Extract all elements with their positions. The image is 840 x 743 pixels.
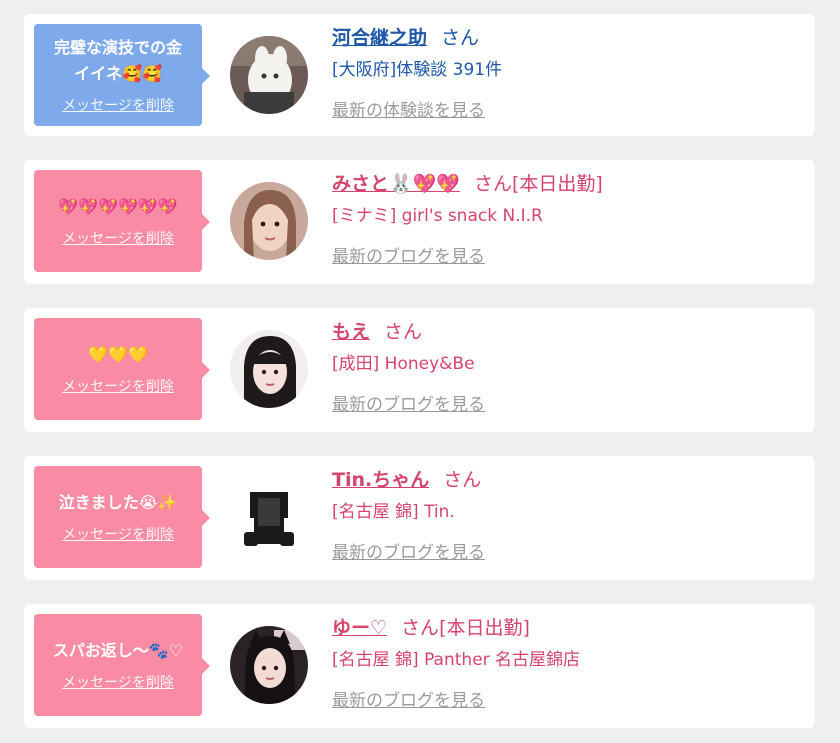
delete-message-link[interactable]: メッセージを削除 <box>62 95 174 115</box>
message-bubble: 泣きました😭✨ メッセージを削除 <box>34 466 210 568</box>
shop-label: [成田] Honey&Be <box>332 354 475 374</box>
latest-blog-link[interactable]: 最新のブログを見る <box>332 686 485 711</box>
shop-label: [大阪府]体験談 391件 <box>332 60 503 80</box>
shop-label: [名古屋 錦] Panther 名古屋錦店 <box>332 650 581 670</box>
shop-label: [ミナミ] girl's snack N.I.R <box>332 206 543 226</box>
honorific: さん <box>384 321 423 343</box>
status-text: [本日出勤] <box>439 617 530 639</box>
list-item: 泣きました😭✨ メッセージを削除 Tin.ちゃん さん [名古屋 錦] Tin. … <box>24 456 815 580</box>
honorific: さん <box>401 617 440 639</box>
message-text: スパお返し〜🐾♡ <box>52 641 184 660</box>
message-bubble: スパお返し〜🐾♡ メッセージを削除 <box>34 614 210 716</box>
list-item: スパお返し〜🐾♡ メッセージを削除 ゆー♡ さん[本日出勤] [名古屋 錦] Pa… <box>24 604 815 728</box>
message-text: イイネ🥰🥰 <box>74 64 162 83</box>
latest-blog-link[interactable]: 最新のブログを見る <box>332 390 485 415</box>
message-bubble: 💖💖💖💖💖💖 メッセージを削除 <box>34 170 210 272</box>
honorific: さん <box>441 27 480 49</box>
honorific: さん <box>473 173 512 195</box>
avatar[interactable] <box>230 36 308 114</box>
avatar[interactable] <box>230 478 308 556</box>
avatar[interactable] <box>230 182 308 260</box>
user-name-link[interactable]: もえ <box>332 321 370 343</box>
user-name-link[interactable]: みさと🐰💖💖 <box>332 173 460 195</box>
delete-message-link[interactable]: メッセージを削除 <box>62 524 174 544</box>
status-text: [本日出勤] <box>512 173 603 195</box>
shop-label: [名古屋 錦] Tin. <box>332 502 455 522</box>
avatar[interactable] <box>230 330 308 408</box>
message-text: 💛💛💛 <box>88 345 148 364</box>
message-text: 泣きました😭✨ <box>58 493 178 512</box>
user-name-link[interactable]: ゆー♡ <box>332 617 387 639</box>
latest-blog-link[interactable]: 最新のブログを見る <box>332 538 485 563</box>
message-bubble: 💛💛💛 メッセージを削除 <box>34 318 210 420</box>
delete-message-link[interactable]: メッセージを削除 <box>62 672 174 692</box>
message-bubble: 完璧な演技での金 イイネ🥰🥰 メッセージを削除 <box>34 24 210 126</box>
list-item: 💛💛💛 メッセージを削除 もえ さん [成田] Honey&Be 最新のブログを見… <box>24 308 815 432</box>
delete-message-link[interactable]: メッセージを削除 <box>62 228 174 248</box>
honorific: さん <box>443 469 482 491</box>
latest-review-link[interactable]: 最新の体験談を見る <box>332 96 485 121</box>
user-name-link[interactable]: Tin.ちゃん <box>332 469 429 491</box>
message-text: 💖💖💖💖💖💖 <box>58 197 178 216</box>
user-name-link[interactable]: 河合継之助 <box>332 27 427 49</box>
list-item: 💖💖💖💖💖💖 メッセージを削除 みさと🐰💖💖 さん[本日出勤] [ミナミ] gir… <box>24 160 815 284</box>
avatar[interactable] <box>230 626 308 704</box>
message-text: 完璧な演技での金 <box>53 38 182 57</box>
list-item: 完璧な演技での金 イイネ🥰🥰 メッセージを削除 河合継之助 さん [大阪府]体験談… <box>24 14 815 136</box>
delete-message-link[interactable]: メッセージを削除 <box>62 376 174 396</box>
latest-blog-link[interactable]: 最新のブログを見る <box>332 242 485 267</box>
